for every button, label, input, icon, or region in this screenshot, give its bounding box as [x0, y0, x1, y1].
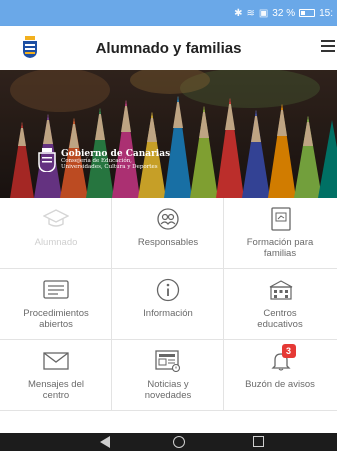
menu-item-label: Formación para familias	[246, 238, 314, 259]
hamburger-menu-icon[interactable]	[321, 40, 335, 52]
bell-icon: 3	[268, 344, 296, 372]
battery-icon	[299, 9, 316, 17]
training-board-icon	[268, 207, 294, 231]
graduation-cap-icon	[42, 208, 69, 230]
notification-badge: 3	[281, 344, 296, 358]
menu-item-label: Mensajes del centro	[28, 380, 84, 401]
document-lines-icon	[42, 279, 69, 301]
info-icon	[155, 278, 181, 302]
wifi-icon: ≋	[246, 7, 255, 19]
canarias-crest-icon	[38, 148, 56, 172]
recent-apps-icon[interactable]	[253, 436, 264, 447]
battery-percent: 32 %	[272, 7, 296, 19]
menu-item-mensajes[interactable]: Mensajes del centro	[0, 340, 112, 411]
bluetooth-icon: ✱	[234, 7, 243, 19]
app-bar: Alumnado y familias	[0, 26, 337, 70]
clock: 15:	[319, 7, 333, 19]
menu-item-label: Información	[143, 309, 193, 319]
menu-item-buzon[interactable]: 3 Buzón de avisos	[224, 340, 337, 411]
menu-item-label: Buzón de avisos	[245, 380, 315, 390]
home-icon[interactable]	[173, 436, 185, 448]
menu-item-alumnado[interactable]: Alumnado	[0, 198, 112, 269]
menu-item-label: Procedimientos abiertos	[23, 309, 89, 330]
main-menu-grid: Alumnado Responsables Formación para fam…	[0, 198, 337, 412]
page-title: Alumnado y familias	[95, 40, 242, 57]
status-bar: ✱ ≋ ▣ 32 % 15:	[0, 0, 337, 26]
menu-item-centros[interactable]: Centros educativos	[224, 269, 337, 340]
school-building-icon	[268, 279, 294, 301]
color-pencils-image	[0, 70, 337, 198]
menu-item-responsables[interactable]: Responsables	[112, 198, 224, 269]
menu-item-label: Centros educativos	[257, 309, 303, 330]
app-screen: ✱ ≋ ▣ 32 % 15: Alumnado y familias Gobie…	[0, 0, 337, 451]
menu-item-procedimientos[interactable]: Procedimientos abiertos	[0, 269, 112, 340]
gov-department-line2: Universidades, Cultura y Deportes	[61, 163, 158, 170]
menu-item-informacion[interactable]: Información	[112, 269, 224, 340]
menu-item-label: Noticias y novedades	[144, 380, 192, 401]
back-icon[interactable]	[100, 436, 110, 448]
people-icon	[155, 208, 181, 230]
gobierno-canarias-logo: Gobierno de Canarias Consejería de Educa…	[38, 148, 170, 172]
news-icon	[154, 350, 181, 372]
envelope-icon	[42, 350, 69, 372]
menu-item-noticias[interactable]: Noticias y novedades	[112, 340, 224, 411]
system-navigation-bar	[0, 433, 337, 451]
menu-item-label: Alumnado	[34, 238, 78, 248]
header-banner	[0, 70, 337, 198]
battery-saver-icon: ▣	[258, 7, 269, 19]
menu-item-formacion[interactable]: Formación para familias	[224, 198, 337, 269]
menu-item-label: Responsables	[137, 238, 199, 248]
